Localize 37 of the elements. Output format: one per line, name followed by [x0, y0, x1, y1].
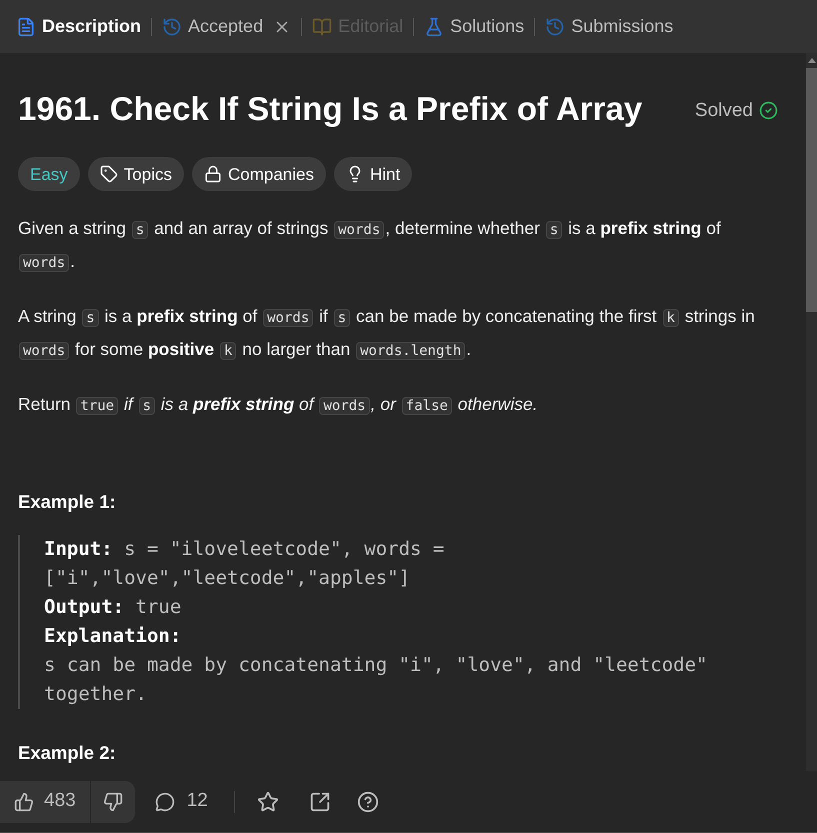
tag-button[interactable]: Topics — [88, 157, 184, 191]
tab-icon — [424, 16, 444, 36]
comments-button[interactable]: 12 — [146, 787, 216, 816]
share-icon[interactable] — [308, 790, 331, 812]
example-value: s can be made by concatenating "i", "love", and "leetcode" together. — [44, 653, 708, 707]
tab[interactable]: Submissions — [543, 13, 676, 40]
thumbs-down-icon — [102, 792, 123, 812]
scrollbar[interactable] — [806, 53, 817, 771]
paragraph: Given a string s and an array of strings words , determine whether s is a prefix string of words . — [18, 217, 722, 274]
paragraph: A string s is a prefix string of words if s can be made by concatenating the first k strings in words for some positive k no larger than words.length . — [18, 305, 756, 362]
scroll-up-arrow-icon[interactable] — [808, 58, 816, 63]
scrollbar-thumb[interactable] — [806, 68, 817, 312]
thumbs-up-icon — [14, 792, 34, 812]
lock-icon — [204, 165, 222, 183]
like-button[interactable]: 483 — [0, 780, 90, 822]
difficulty-badge: Easy — [18, 157, 80, 191]
tab-icon — [545, 16, 566, 36]
solved-status: Solved — [694, 99, 753, 123]
problem-title: 1961. Check If String Is a Prefix of Array — [18, 89, 642, 129]
example-label: Explanation: — [44, 624, 182, 649]
example-line: Output: true — [44, 595, 182, 620]
tab-icon — [16, 16, 36, 36]
tag-button[interactable]: Hint — [334, 157, 412, 191]
comment-icon — [154, 792, 175, 812]
tab[interactable]: Solutions — [422, 13, 526, 40]
example-heading: Example 2: — [18, 741, 117, 765]
help-icon[interactable] — [356, 790, 379, 812]
star-icon[interactable] — [256, 790, 279, 812]
tab-icon — [162, 16, 182, 36]
tag-button[interactable]: Companies — [192, 157, 326, 191]
tab[interactable]: Description — [14, 13, 144, 40]
paragraph: Return true if s is a prefix string of words , or false otherwise. — [18, 393, 539, 417]
tag-icon — [100, 165, 118, 183]
tab[interactable]: Accepted — [160, 13, 294, 40]
tab-icon — [312, 16, 332, 36]
example-heading: Example 1: — [18, 490, 117, 514]
dislike-button[interactable] — [90, 780, 135, 822]
